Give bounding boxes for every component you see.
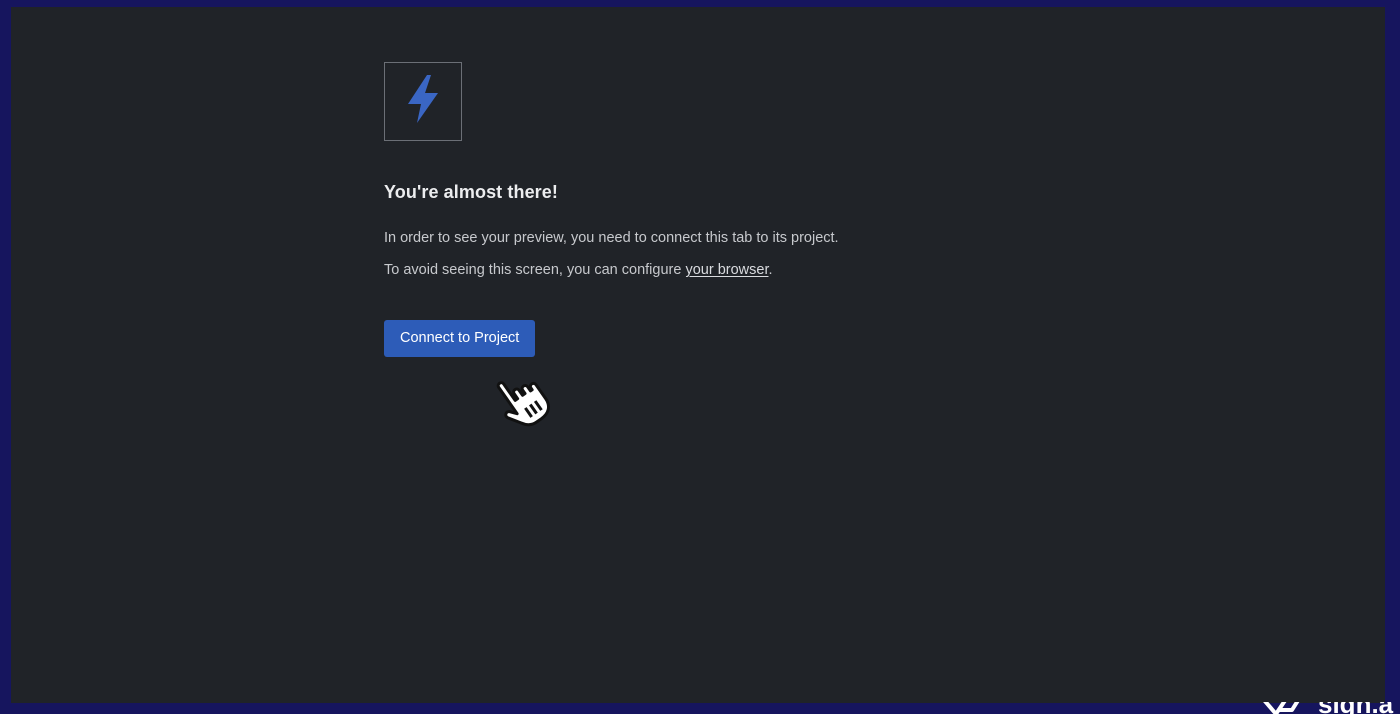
logo-box [384,62,462,141]
browser-config-text: To avoid seeing this screen, you can con… [384,260,984,280]
watermark: sign.a [1260,702,1400,714]
browser-config-prefix: To avoid seeing this screen, you can con… [384,262,686,278]
lightning-bolt-icon [403,73,443,130]
page-title: You're almost there! [384,182,558,202]
watermark-text: sign.a [1318,702,1393,714]
connect-to-project-button[interactable]: Connect to Project [384,320,536,357]
browser-config-suffix: . [768,262,773,278]
hand-pointer-cursor-icon [486,367,556,433]
instruction-text: In order to see your preview, you need t… [384,230,839,246]
brand-logo-icon [1262,702,1306,714]
connect-panel: You're almost there! In order to see you… [384,62,984,357]
preview-page: You're almost there! In order to see you… [11,7,1385,703]
your-browser-link[interactable]: your browser [685,262,768,278]
